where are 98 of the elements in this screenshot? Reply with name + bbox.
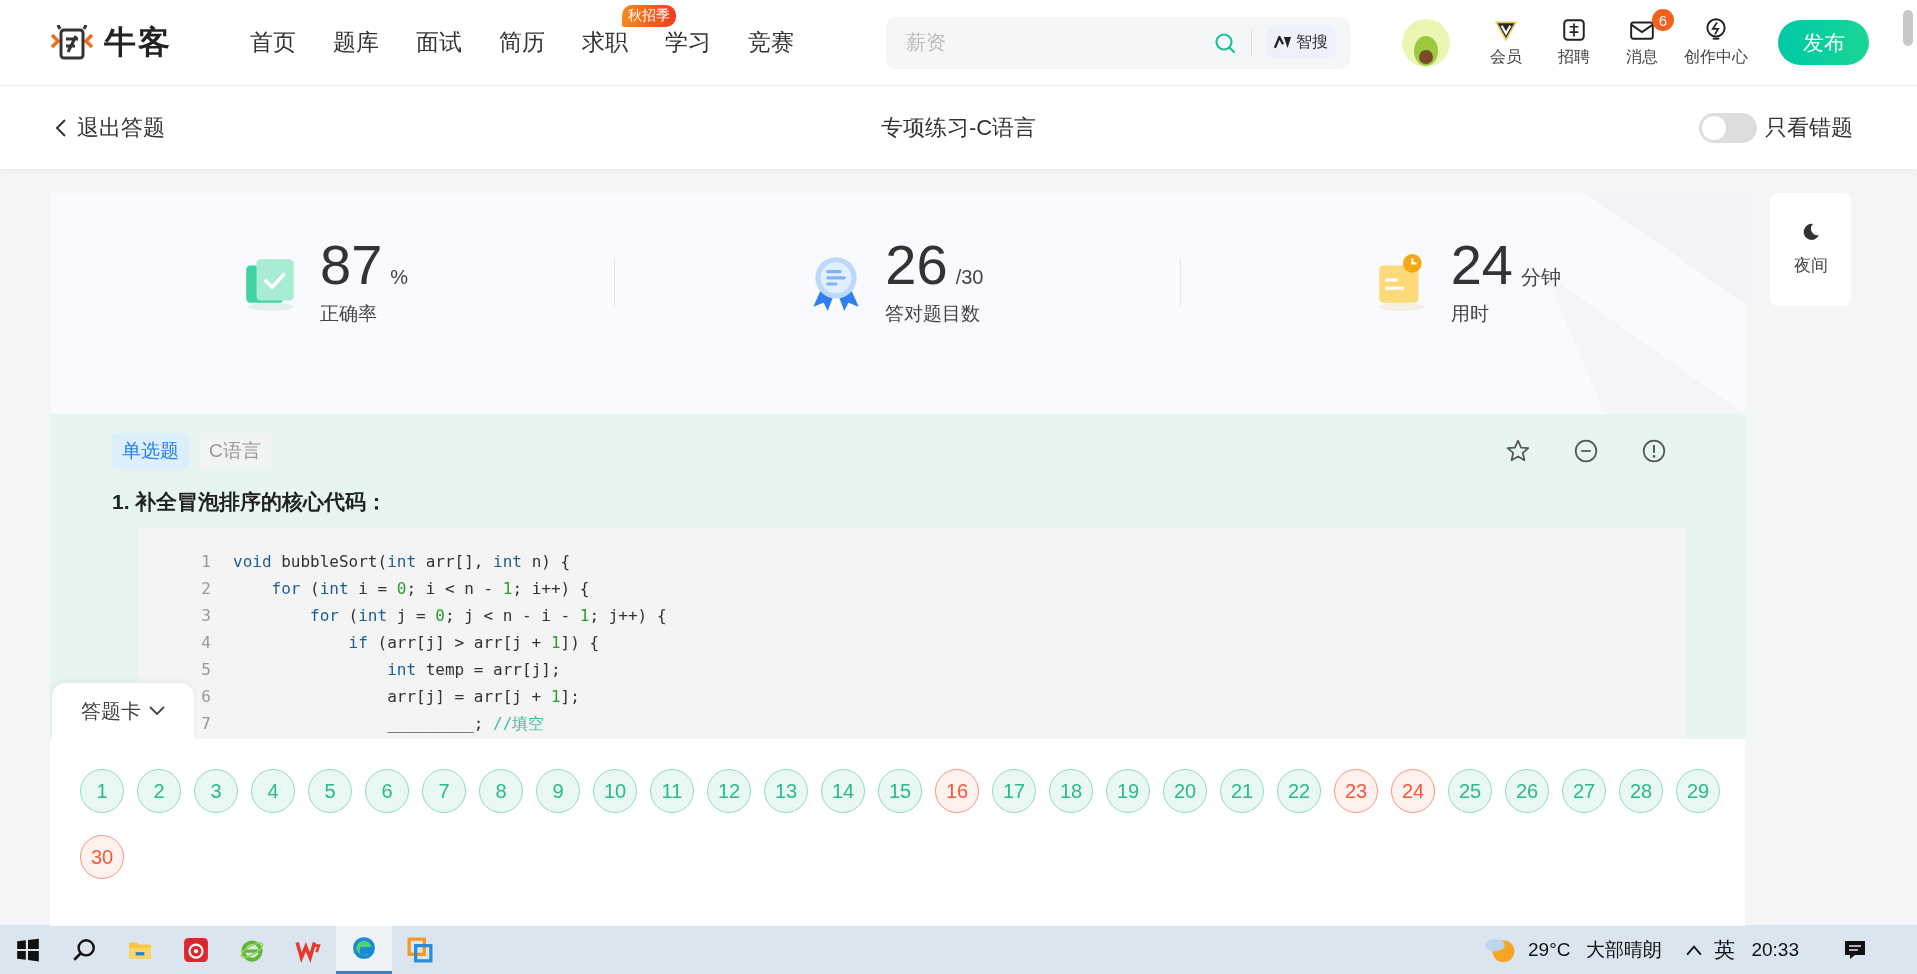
- question-number[interactable]: 13: [764, 769, 808, 813]
- question-number[interactable]: 20: [1163, 769, 1207, 813]
- question-number[interactable]: 17: [992, 769, 1036, 813]
- user-menu-label[interactable]: 招聘: [1558, 47, 1590, 68]
- answer-card-tab[interactable]: 答题卡: [52, 683, 194, 739]
- nav-link[interactable]: 简历: [499, 29, 545, 55]
- user-menu-label[interactable]: 会员: [1490, 47, 1522, 68]
- question-number[interactable]: 28: [1619, 769, 1663, 813]
- code-line: _________; //填空: [386, 713, 545, 735]
- stat-value: 87: [320, 236, 383, 293]
- lightbulb-icon[interactable]: [1703, 17, 1729, 43]
- stat-value: 24: [1450, 236, 1513, 293]
- browser-icon: [351, 935, 377, 961]
- stat-label: 答对题目数: [885, 301, 982, 326]
- star-icon[interactable]: [1505, 438, 1531, 464]
- ai-logo-icon: [1274, 36, 1292, 49]
- toggle-switch[interactable]: [1699, 112, 1757, 143]
- question-number[interactable]: 19: [1106, 769, 1150, 813]
- nav-link[interactable]: 求职: [582, 29, 628, 55]
- question-number[interactable]: 7: [422, 769, 466, 813]
- publish-button[interactable]: 发布: [1778, 20, 1869, 65]
- stat-label: 正确率: [320, 301, 378, 326]
- logo-text[interactable]: 牛客: [104, 20, 172, 65]
- ai-search-button[interactable]: 智搜: [1266, 27, 1336, 58]
- clock[interactable]: 20:33: [1751, 938, 1799, 961]
- squares-icon: [407, 936, 433, 963]
- question-number[interactable]: 12: [707, 769, 751, 813]
- question-number[interactable]: 14: [821, 769, 865, 813]
- stat-unit: /30: [955, 265, 984, 289]
- stat-unit: 分钟: [1520, 264, 1561, 290]
- line-number: 1: [200, 551, 211, 573]
- search-field[interactable]: 薪资 智搜: [886, 16, 1350, 69]
- nav-badge: 秋招季: [622, 5, 676, 27]
- question-number[interactable]: 2: [137, 769, 181, 813]
- line-number: 3: [200, 605, 211, 627]
- minus-circle-icon[interactable]: [1573, 438, 1599, 464]
- question-number[interactable]: 25: [1448, 769, 1492, 813]
- night-mode-button[interactable]: 夜间: [1770, 193, 1851, 306]
- question-number[interactable]: 26: [1505, 769, 1549, 813]
- nav-link[interactable]: 题库: [333, 29, 379, 55]
- line-number: 7: [200, 713, 211, 735]
- chevron-up-icon[interactable]: [1686, 943, 1703, 956]
- question-number[interactable]: 23: [1334, 769, 1378, 813]
- question-number[interactable]: 16: [935, 769, 979, 813]
- question-tag: 单选题: [112, 433, 189, 469]
- question-number[interactable]: 24: [1391, 769, 1435, 813]
- code-line: for (int j = 0; j < n - i - 1; j++) {: [309, 605, 667, 627]
- line-number: 4: [200, 632, 211, 654]
- music-app-icon: [183, 936, 209, 963]
- question-tag: C语言: [199, 433, 271, 469]
- question-number[interactable]: 11: [650, 769, 694, 813]
- question-number[interactable]: 18: [1049, 769, 1093, 813]
- scrollbar-thumb[interactable]: [1903, 10, 1913, 46]
- stat-unit: %: [390, 265, 409, 289]
- question-number[interactable]: 27: [1562, 769, 1606, 813]
- caret-icon: [149, 706, 165, 716]
- question-number[interactable]: 22: [1277, 769, 1321, 813]
- weather-text[interactable]: 大部晴朗: [1586, 936, 1663, 963]
- toggle-label[interactable]: 只看错题: [1765, 112, 1853, 143]
- question-number[interactable]: 15: [878, 769, 922, 813]
- code-line: for (int i = 0; i < n - 1; i++) {: [270, 578, 590, 600]
- question-number[interactable]: 21: [1220, 769, 1264, 813]
- question-number[interactable]: 29: [1676, 769, 1720, 813]
- line-number: 2: [200, 578, 211, 600]
- question-number[interactable]: 9: [536, 769, 580, 813]
- avatar[interactable]: [1402, 18, 1450, 67]
- line-number: 6: [200, 686, 211, 708]
- nav-link[interactable]: 学习: [665, 29, 711, 55]
- search-icon: [71, 936, 97, 963]
- back-link[interactable]: 退出答题: [55, 112, 165, 143]
- code-line: arr[j] = arr[j + 1];: [386, 686, 580, 708]
- question-number[interactable]: 8: [479, 769, 523, 813]
- question-number[interactable]: 3: [194, 769, 238, 813]
- page-title: 专项练习-C语言: [879, 113, 1038, 142]
- input-method[interactable]: 英: [1714, 935, 1736, 964]
- question-title: 1. 补全冒泡排序的核心代码：: [112, 489, 389, 515]
- question-number[interactable]: 6: [365, 769, 409, 813]
- question-number[interactable]: 1: [80, 769, 124, 813]
- logo-icon: [50, 24, 94, 61]
- question-number[interactable]: 4: [251, 769, 295, 813]
- user-menu-label[interactable]: 创作中心: [1684, 47, 1748, 68]
- warning-circle-icon[interactable]: [1641, 438, 1667, 464]
- stat-value: 26: [885, 236, 948, 293]
- line-number: 5: [200, 659, 211, 681]
- nav-link[interactable]: 面试: [416, 29, 462, 55]
- code-line: int temp = arr[j];: [386, 659, 561, 681]
- question-number[interactable]: 5: [308, 769, 352, 813]
- nav-link[interactable]: 首页: [250, 29, 296, 55]
- question-number[interactable]: 30: [80, 835, 124, 879]
- user-menu-label[interactable]: 消息: [1626, 47, 1658, 68]
- notification-badge: 6: [1652, 9, 1674, 31]
- code-line: void bubbleSort(int arr[], int n) {: [233, 551, 571, 573]
- nav-link[interactable]: 竞赛: [748, 29, 794, 55]
- code-line: if (arr[j] > arr[j + 1]) {: [347, 632, 600, 654]
- stat-label: 用时: [1450, 301, 1490, 326]
- question-number[interactable]: 10: [593, 769, 637, 813]
- windows-icon: [15, 936, 41, 963]
- temperature[interactable]: 29°C: [1528, 938, 1571, 961]
